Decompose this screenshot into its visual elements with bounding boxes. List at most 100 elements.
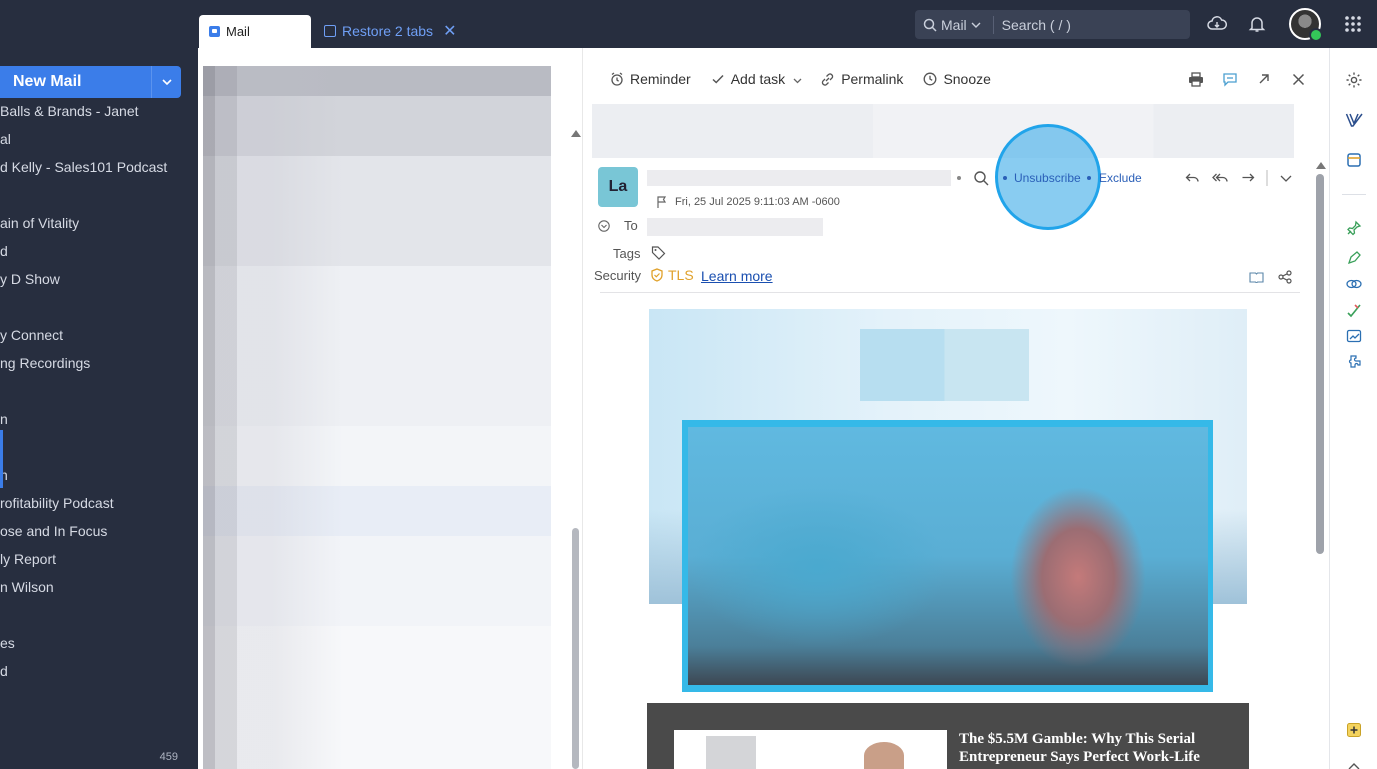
permalink-button[interactable]: Permalink <box>820 71 903 87</box>
blurred-logo <box>860 329 1029 401</box>
reminder-button[interactable]: Reminder <box>610 71 691 87</box>
divider <box>1259 170 1275 186</box>
link-icon <box>822 72 834 86</box>
sender-avatar[interactable]: La <box>598 167 638 207</box>
article-thumbnail[interactable] <box>674 730 947 769</box>
chevron-down-icon <box>971 22 981 28</box>
folder-item[interactable]: d <box>0 237 8 265</box>
folder-item[interactable]: d <box>0 657 8 685</box>
collapse-icon[interactable] <box>1344 756 1364 769</box>
scroll-up-arrow[interactable] <box>1316 162 1326 169</box>
sidebar: New Mail Balls & Brands - Janet al d Kel… <box>0 0 198 769</box>
header-divider <box>600 292 1300 293</box>
alarm-icon <box>611 72 623 86</box>
flag-icon[interactable] <box>657 196 667 208</box>
separator-dot <box>1087 176 1091 180</box>
blurred-featured-photo[interactable] <box>688 427 1208 685</box>
selected-row-indicator <box>0 430 3 488</box>
folder-item[interactable]: ly Report <box>0 545 56 573</box>
link-circles-icon[interactable] <box>1344 274 1364 294</box>
restore-tabs-link[interactable]: Restore 2 tabs ✕ <box>324 21 456 41</box>
scrollbar-thumb[interactable] <box>572 528 579 769</box>
reading-pane-scrollbar[interactable] <box>1315 160 1326 769</box>
snooze-label: Snooze <box>943 71 991 87</box>
tags-label: Tags <box>613 246 641 261</box>
popout-icon[interactable] <box>1255 70 1273 88</box>
learn-more-link[interactable]: Learn more <box>701 268 773 284</box>
folder-item[interactable]: rofitability Podcast <box>0 489 114 517</box>
folder-item[interactable]: d Kelly - Sales101 Podcast <box>0 153 167 181</box>
folder-item[interactable]: ain of Vitality <box>0 209 79 237</box>
notebook-icon[interactable] <box>1344 150 1364 170</box>
new-mail-dropdown[interactable] <box>151 66 181 98</box>
print-icon[interactable] <box>1187 70 1205 88</box>
search-box[interactable]: Mail Search ( / ) <box>915 10 1190 39</box>
folder-item[interactable]: n <box>0 405 8 433</box>
exclude-link[interactable]: Exclude <box>1099 171 1142 185</box>
search-scope-select[interactable]: Mail <box>915 15 994 34</box>
add-widget-icon[interactable] <box>1344 720 1364 740</box>
reply-icon[interactable] <box>1184 170 1200 186</box>
pin-icon[interactable] <box>1344 218 1364 238</box>
folder-item[interactable]: ose and In Focus <box>0 517 107 545</box>
rail-divider <box>1342 194 1366 195</box>
analytics-icon[interactable] <box>1344 326 1364 346</box>
folder-item[interactable]: es <box>0 629 15 657</box>
close-icon[interactable]: ✕ <box>443 21 456 41</box>
comment-icon[interactable] <box>1221 70 1239 88</box>
add-task-button[interactable]: Add task <box>711 71 785 87</box>
message-list[interactable] <box>199 48 583 769</box>
puzzle-icon[interactable] <box>1344 352 1364 372</box>
folder-item[interactable]: ng Recordings <box>0 349 90 377</box>
blurred-sender <box>647 170 951 186</box>
reader-view-icon[interactable] <box>1248 269 1264 285</box>
cloud-sync-icon[interactable] <box>1207 14 1227 34</box>
reply-all-icon[interactable] <box>1212 170 1228 186</box>
tag-icon[interactable] <box>651 245 666 263</box>
to-label: To <box>624 218 638 233</box>
search-icon <box>923 18 937 32</box>
clock-icon <box>923 72 937 86</box>
message-toolbar: Reminder Add task Permalink Snooze <box>610 68 1011 90</box>
blurred-message-list <box>203 66 551 769</box>
tab-mail[interactable]: Mail <box>199 15 311 48</box>
folder-item[interactable]: al <box>0 125 11 153</box>
message-list-scrollbar[interactable] <box>571 48 581 769</box>
mail-icon <box>209 26 220 37</box>
article-title[interactable]: The $5.5M Gamble: Why This Serial Entrep… <box>959 730 1239 766</box>
chevron-down-icon[interactable] <box>793 71 802 87</box>
search-input[interactable]: Search ( / ) <box>994 17 1071 33</box>
restore-tabs-label: Restore 2 tabs <box>342 23 434 39</box>
search-icon[interactable] <box>973 170 989 186</box>
share-icon[interactable] <box>1277 269 1293 285</box>
folder-item[interactable]: Balls & Brands - Janet <box>0 97 139 125</box>
gear-icon[interactable] <box>1344 70 1364 90</box>
search-scope-label: Mail <box>941 16 967 33</box>
expand-circle-icon[interactable] <box>598 219 610 232</box>
to-row: To <box>598 218 638 233</box>
unsubscribe-link[interactable]: Unsubscribe <box>1014 171 1081 185</box>
vault-icon[interactable] <box>1344 110 1364 130</box>
new-mail-button[interactable]: New Mail <box>0 66 181 98</box>
close-icon[interactable] <box>1289 70 1307 88</box>
folder-item[interactable]: y Connect <box>0 321 63 349</box>
separator-dot <box>957 176 961 180</box>
scroll-up-arrow[interactable] <box>571 130 581 137</box>
blurred-subject <box>592 104 1294 158</box>
chevron-down-icon[interactable] <box>1278 170 1294 186</box>
blurred-recipient <box>647 218 823 236</box>
snooze-button[interactable]: Snooze <box>923 71 991 87</box>
new-mail-label: New Mail <box>13 73 82 90</box>
bell-icon[interactable] <box>1247 14 1267 34</box>
pencil-check-icon[interactable] <box>1344 300 1364 320</box>
user-avatar[interactable] <box>1289 8 1323 42</box>
app-grid-icon[interactable] <box>1343 14 1363 34</box>
folder-item[interactable]: y D Show <box>0 265 60 293</box>
sync-edit-icon[interactable] <box>1344 248 1364 268</box>
forward-icon[interactable] <box>1240 170 1256 186</box>
check-icon <box>712 74 724 84</box>
folder-item[interactable]: n Wilson <box>0 573 54 601</box>
message-date-row: Fri, 25 Jul 2025 9:11:03 AM -0600 <box>657 196 840 208</box>
tab-mail-label: Mail <box>226 24 250 39</box>
scrollbar-thumb[interactable] <box>1316 174 1324 554</box>
